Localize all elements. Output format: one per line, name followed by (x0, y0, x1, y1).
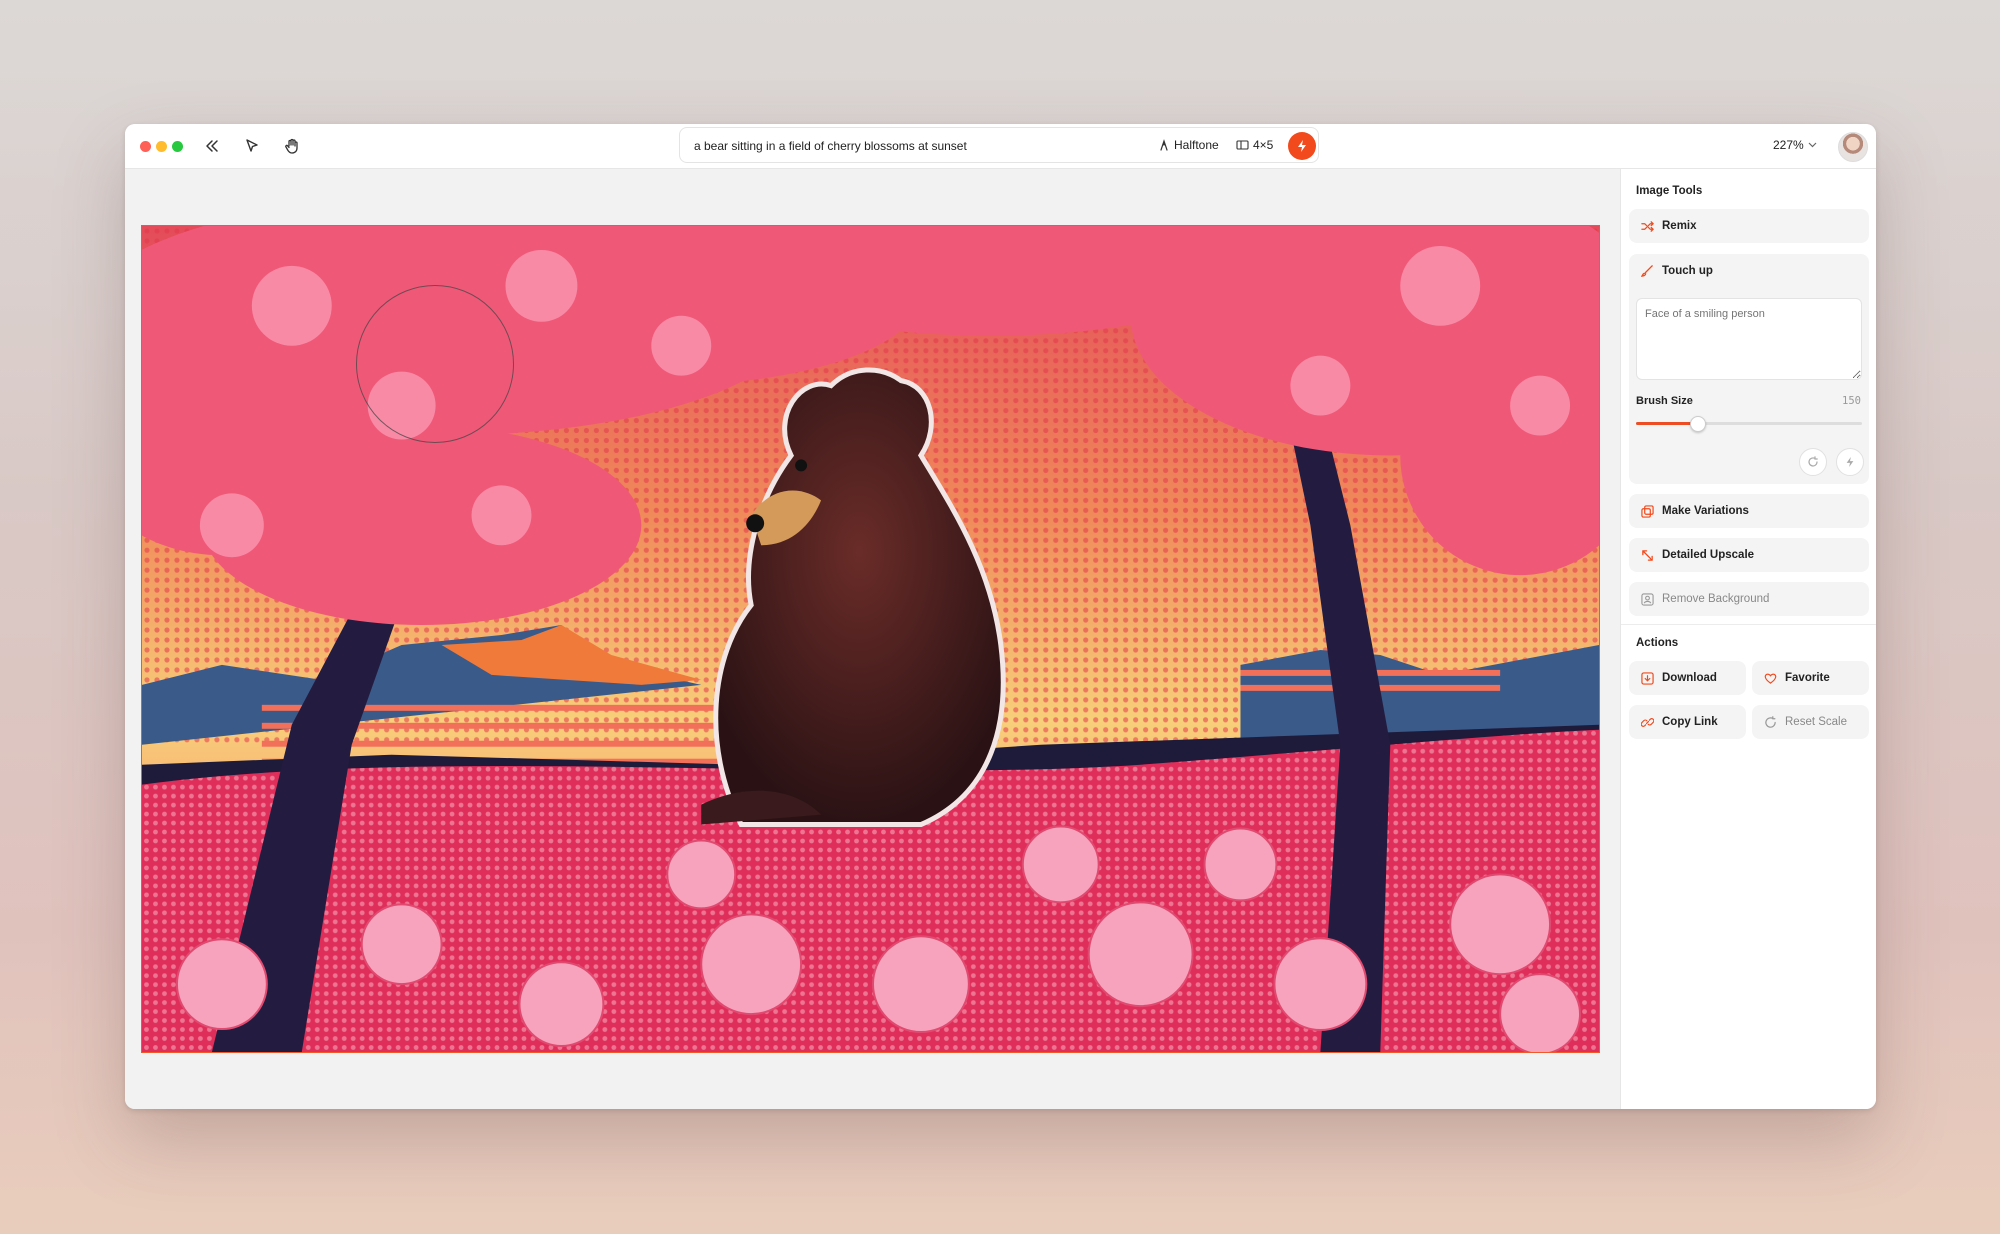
brush-size-label: Brush Size (1636, 395, 1693, 407)
ratio-label: 4×5 (1253, 138, 1274, 152)
toolbar: a bear sitting in a field of cherry blos… (125, 124, 1876, 169)
chevron-down-icon (1808, 142, 1817, 148)
touch-up-label: Touch up (1662, 264, 1713, 277)
reset-scale-label: Reset Scale (1785, 716, 1848, 728)
brush-size-slider-thumb[interactable] (1690, 416, 1707, 432)
zoom-label: 227% (1773, 138, 1804, 152)
lightning-icon (1846, 457, 1854, 467)
heart-icon (1764, 673, 1777, 684)
touch-up-card: Touch up Brush Size 150 (1629, 254, 1869, 484)
touch-up-prompt-input[interactable] (1636, 298, 1862, 380)
prompt-text: a bear sitting in a field of cherry blos… (694, 139, 967, 153)
reset-scale-button[interactable]: Reset Scale (1752, 705, 1869, 739)
canvas-area[interactable] (125, 169, 1620, 1109)
brush-size-slider[interactable] (1636, 416, 1862, 432)
make-variations-button[interactable]: Make Variations (1629, 494, 1869, 528)
generated-image[interactable] (141, 225, 1600, 1053)
favorite-label: Favorite (1785, 672, 1830, 684)
brush-cursor (356, 285, 514, 443)
collapse-icon[interactable] (202, 136, 222, 156)
style-label: Halftone (1174, 138, 1219, 152)
ratio-selector[interactable]: 4×5 (1236, 138, 1273, 152)
detailed-upscale-button[interactable]: Detailed Upscale (1629, 538, 1869, 572)
refresh-icon (1808, 456, 1818, 467)
style-selector[interactable]: Halftone (1158, 138, 1219, 152)
generate-button[interactable] (1288, 132, 1316, 160)
copy-link-label: Copy Link (1662, 716, 1718, 728)
download-icon (1641, 671, 1654, 685)
lightning-icon (1298, 140, 1306, 152)
link-icon (1641, 717, 1654, 727)
avatar[interactable] (1838, 132, 1868, 162)
prompt-input[interactable]: a bear sitting in a field of cherry blos… (679, 127, 1319, 163)
shuffle-icon (1641, 220, 1654, 232)
maximize-window-button[interactable] (172, 141, 183, 152)
actions-title: Actions (1636, 637, 1679, 649)
panel-divider (1621, 624, 1876, 625)
detailed-upscale-label: Detailed Upscale (1662, 549, 1755, 561)
image-tools-panel: Image Tools Remix Touch up Brush Size 15… (1620, 169, 1876, 1109)
image-tools-title: Image Tools (1636, 185, 1703, 197)
remix-label: Remix (1662, 220, 1697, 232)
reset-icon (1765, 715, 1776, 728)
remove-background-button[interactable]: Remove Background (1629, 582, 1869, 616)
zoom-selector[interactable]: 227% (1773, 138, 1817, 152)
remix-button[interactable]: Remix (1629, 209, 1869, 243)
download-button[interactable]: Download (1629, 661, 1746, 695)
touch-up-header[interactable]: Touch up (1641, 264, 1713, 277)
brush-icon (1641, 265, 1653, 277)
make-variations-label: Make Variations (1662, 505, 1749, 517)
brush-size-value: 150 (1842, 395, 1861, 407)
close-window-button[interactable] (140, 141, 151, 152)
variations-icon (1641, 504, 1654, 518)
ratio-icon (1236, 140, 1249, 150)
apply-touch-up-button[interactable] (1836, 448, 1864, 476)
undo-touch-up-button[interactable] (1799, 448, 1827, 476)
copy-link-button[interactable]: Copy Link (1629, 705, 1746, 739)
minimize-window-button[interactable] (156, 141, 167, 152)
app-window: a bear sitting in a field of cherry blos… (125, 124, 1876, 1109)
upscale-icon (1642, 549, 1653, 561)
brush-size-slider-fill (1636, 422, 1698, 425)
remove-background-label: Remove Background (1662, 593, 1770, 605)
download-label: Download (1662, 672, 1717, 684)
favorite-button[interactable]: Favorite (1752, 661, 1869, 695)
pointer-icon[interactable] (242, 136, 262, 156)
hand-icon[interactable] (282, 136, 302, 156)
style-icon (1160, 139, 1168, 151)
person-icon (1641, 592, 1654, 606)
